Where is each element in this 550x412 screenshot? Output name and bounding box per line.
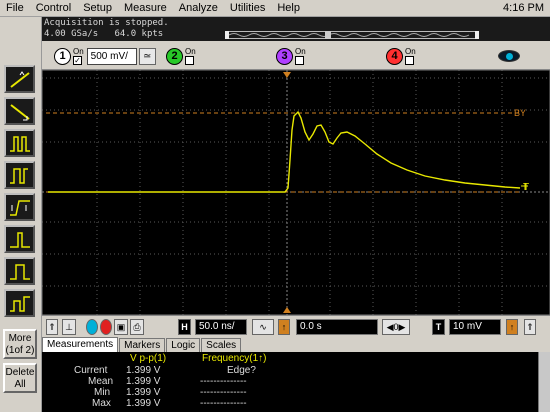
- trigger-position-marker-bottom[interactable]: [283, 307, 291, 313]
- channel-3-on[interactable]: On: [295, 47, 306, 65]
- meas-row-vpp: 1.399 V: [126, 387, 161, 398]
- trigger-marker-label: T: [523, 182, 529, 193]
- arrow-up-right-icon[interactable]: ⇑: [524, 319, 536, 335]
- arrow-up-icon[interactable]: ⇑: [46, 319, 58, 335]
- channel-4-on-label: On: [405, 47, 416, 56]
- channel-2-badge[interactable]: 2: [166, 47, 183, 65]
- meas-row-label: Max: [92, 398, 111, 409]
- horizontal-position-field[interactable]: 0.0 s: [296, 319, 378, 335]
- meas-row-label: Mean: [88, 376, 114, 387]
- channel-3-group: 3 On: [276, 46, 306, 66]
- horizontal-label: H: [178, 319, 191, 335]
- channel-2-on-label: On: [185, 47, 196, 56]
- trigger-position-marker[interactable]: [283, 72, 291, 78]
- measurements-panel: V p-p(1) Frequency(1↑) Current 1.399 V E…: [42, 352, 538, 412]
- delete-all-button[interactable]: Delete All: [3, 363, 37, 393]
- channel-4-group: 4 On: [386, 46, 416, 66]
- left-toolbar: More (1of 2) Delete All: [0, 17, 42, 412]
- channel-3-badge[interactable]: 3: [276, 47, 293, 65]
- channel-4-on[interactable]: On: [405, 47, 416, 65]
- tab-scales[interactable]: Scales: [201, 338, 242, 352]
- position-step-buttons[interactable]: ◀0▶: [382, 319, 410, 335]
- oscilloscope-window: { "menu": ["File","Control","Setup","Mea…: [0, 0, 550, 412]
- overview-position-handle[interactable]: [325, 31, 331, 39]
- screenshot-icon[interactable]: ▣: [114, 319, 128, 335]
- channel-1-scale[interactable]: 500 mV/: [86, 47, 137, 65]
- trigger-label: T: [432, 319, 445, 335]
- trigger-rising-edge-icon[interactable]: [4, 65, 35, 93]
- trigger-level-field[interactable]: 10 mV: [449, 319, 501, 335]
- stop-icon[interactable]: [100, 319, 112, 335]
- more-button[interactable]: More (1of 2): [3, 329, 37, 359]
- channel-4-checkbox[interactable]: [405, 56, 414, 65]
- channel-4-badge[interactable]: 4: [386, 47, 403, 65]
- status-panel: Acquisition is stopped. 4.00 GSa/s 64.0 …: [42, 17, 550, 41]
- meas-header-vpp: V p-p(1): [130, 353, 167, 364]
- meas-row-frequency: Edge?: [227, 365, 256, 376]
- trigger-level-icon[interactable]: ↑: [506, 319, 518, 335]
- horizontal-controls: ⇑ ⊥ ▣ ⎙ H 50.0 ns/ ∿ ↑ 0.0 s ◀0▶ T 10 mV…: [42, 315, 550, 337]
- channel-2-checkbox[interactable]: [185, 56, 194, 65]
- tab-logic[interactable]: Logic: [166, 338, 201, 352]
- measurements-scrollbar[interactable]: [538, 352, 550, 412]
- menu-file[interactable]: File: [0, 0, 30, 17]
- clock: 4:16 PM: [503, 2, 544, 14]
- overview-right-marker: [475, 31, 479, 39]
- fall-time-icon[interactable]: [4, 225, 35, 253]
- channel-3-checkbox[interactable]: [295, 56, 304, 65]
- waveform-display[interactable]: BY T: [41, 69, 550, 316]
- channel-2-group: 2 On: [166, 46, 196, 66]
- menu-setup[interactable]: Setup: [77, 0, 118, 17]
- fine-adjust-icon[interactable]: ∿: [252, 319, 274, 335]
- runt-icon[interactable]: [4, 257, 35, 285]
- overview-waveform: [229, 33, 470, 37]
- channel-bar: 1 On ✓ 500 mV/ ≃ 2 On 3 On 4 On: [42, 42, 550, 70]
- run-icon[interactable]: [86, 319, 98, 335]
- tab-measurements[interactable]: Measurements: [42, 337, 119, 352]
- channel-1-group: 1 On ✓ 500 mV/ ≃: [54, 46, 156, 66]
- channel-2-on[interactable]: On: [185, 47, 196, 65]
- eye-icon[interactable]: [498, 50, 520, 62]
- timebase-scale-field[interactable]: 50.0 ns/: [195, 319, 247, 335]
- marker-by-label: BY: [514, 108, 526, 118]
- timebase-overview[interactable]: [225, 31, 479, 39]
- menu-help[interactable]: Help: [271, 0, 306, 17]
- menu-utilities[interactable]: Utilities: [224, 0, 271, 17]
- meas-header-frequency: Frequency(1↑): [202, 353, 267, 364]
- channel-1-badge[interactable]: 1: [54, 47, 71, 65]
- meas-row-vpp: 1.399 V: [126, 376, 161, 387]
- graticule: BY T: [41, 69, 550, 316]
- meas-row-vpp: 1.399 V: [126, 398, 161, 409]
- tab-markers[interactable]: Markers: [119, 338, 166, 352]
- meas-row-label: Current: [74, 365, 108, 376]
- channel-1-trace: [48, 110, 521, 193]
- bottom-tabs: Measurements Markers Logic Scales: [42, 337, 550, 352]
- meas-row-label: Min: [94, 387, 111, 398]
- rise-time-icon[interactable]: [4, 193, 35, 221]
- menu-control[interactable]: Control: [30, 0, 77, 17]
- channel-1-on-label: On: [73, 47, 84, 56]
- setup-hold-icon[interactable]: [4, 289, 35, 317]
- channel-3-on-label: On: [295, 47, 306, 56]
- meas-row-vpp: 1.399 V: [126, 365, 161, 376]
- meas-row-frequency: --------------: [200, 387, 247, 398]
- print-icon[interactable]: ⎙: [130, 319, 144, 335]
- pulse-period-icon[interactable]: [4, 161, 35, 189]
- pulse-width-icon[interactable]: [4, 129, 35, 157]
- trigger-falling-edge-icon[interactable]: [4, 97, 35, 125]
- menu-measure[interactable]: Measure: [118, 0, 173, 17]
- menu-bar: File Control Setup Measure Analyze Utili…: [0, 0, 550, 17]
- trigger-delay-icon[interactable]: ↑: [278, 319, 290, 335]
- meas-row-frequency: --------------: [200, 376, 247, 387]
- channel-1-coupling-icon[interactable]: ≃: [138, 47, 156, 65]
- zoom-icon[interactable]: ⊥: [62, 319, 76, 335]
- meas-row-frequency: --------------: [200, 398, 247, 409]
- channel-1-on[interactable]: On ✓: [73, 47, 84, 65]
- channel-1-checkbox[interactable]: ✓: [73, 56, 82, 65]
- acquisition-status: Acquisition is stopped.: [44, 18, 169, 28]
- menu-analyze[interactable]: Analyze: [173, 0, 224, 17]
